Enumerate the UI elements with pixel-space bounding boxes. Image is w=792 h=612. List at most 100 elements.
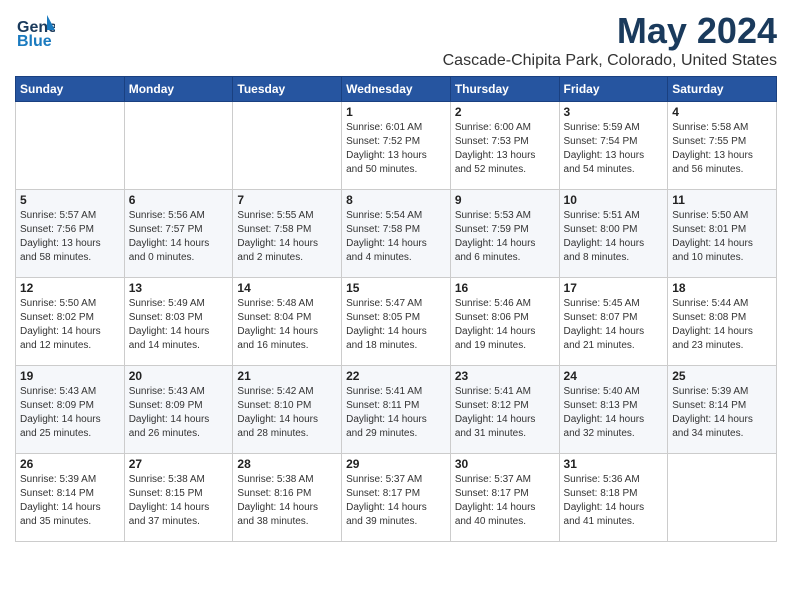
day-info: Sunrise: 5:39 AM Sunset: 8:14 PM Dayligh…: [672, 385, 772, 441]
calendar-cell: [233, 102, 342, 190]
day-info: Sunrise: 5:57 AM Sunset: 7:56 PM Dayligh…: [20, 209, 120, 265]
day-number: 21: [237, 369, 337, 383]
calendar-cell: 30 Sunrise: 5:37 AM Sunset: 8:17 PM Dayli…: [450, 454, 559, 542]
calendar-cell: 11 Sunrise: 5:50 AM Sunset: 8:01 PM Dayli…: [668, 190, 777, 278]
day-number: 8: [346, 193, 446, 207]
day-info: Sunrise: 5:50 AM Sunset: 8:02 PM Dayligh…: [20, 297, 120, 353]
day-info: Sunrise: 5:45 AM Sunset: 8:07 PM Dayligh…: [564, 297, 664, 353]
calendar-cell: 23 Sunrise: 5:41 AM Sunset: 8:12 PM Dayli…: [450, 366, 559, 454]
day-info: Sunrise: 5:44 AM Sunset: 8:08 PM Dayligh…: [672, 297, 772, 353]
calendar-cell: 19 Sunrise: 5:43 AM Sunset: 8:09 PM Dayli…: [16, 366, 125, 454]
day-number: 20: [129, 369, 229, 383]
calendar-cell: 13 Sunrise: 5:49 AM Sunset: 8:03 PM Dayli…: [124, 278, 233, 366]
day-info: Sunrise: 5:39 AM Sunset: 8:14 PM Dayligh…: [20, 473, 120, 529]
calendar-cell: 31 Sunrise: 5:36 AM Sunset: 8:18 PM Dayli…: [559, 454, 668, 542]
day-info: Sunrise: 5:41 AM Sunset: 8:11 PM Dayligh…: [346, 385, 446, 441]
day-number: 31: [564, 457, 664, 471]
weekday-header-tuesday: Tuesday: [233, 77, 342, 102]
day-number: 23: [455, 369, 555, 383]
calendar-week-row: 26 Sunrise: 5:39 AM Sunset: 8:14 PM Dayli…: [16, 454, 777, 542]
day-number: 1: [346, 105, 446, 119]
day-info: Sunrise: 5:36 AM Sunset: 8:18 PM Dayligh…: [564, 473, 664, 529]
weekday-header-friday: Friday: [559, 77, 668, 102]
weekday-header-wednesday: Wednesday: [342, 77, 451, 102]
month-title: May 2024: [443, 10, 777, 52]
calendar-cell: 14Sunrise: 5:48 AM Sunset: 8:04 PM Dayli…: [233, 278, 342, 366]
day-info: Sunrise: 5:53 AM Sunset: 7:59 PM Dayligh…: [455, 209, 555, 265]
calendar-cell: [124, 102, 233, 190]
day-info: Sunrise: 5:38 AM Sunset: 8:15 PM Dayligh…: [129, 473, 229, 529]
day-number: 25: [672, 369, 772, 383]
day-number: 15: [346, 281, 446, 295]
day-info: Sunrise: 5:46 AM Sunset: 8:06 PM Dayligh…: [455, 297, 555, 353]
calendar-cell: 17 Sunrise: 5:45 AM Sunset: 8:07 PM Dayli…: [559, 278, 668, 366]
calendar-cell: 10 Sunrise: 5:51 AM Sunset: 8:00 PM Dayli…: [559, 190, 668, 278]
calendar-week-row: 19 Sunrise: 5:43 AM Sunset: 8:09 PM Dayli…: [16, 366, 777, 454]
day-info: Sunrise: 5:38 AM Sunset: 8:16 PM Dayligh…: [237, 473, 337, 529]
day-number: 26: [20, 457, 120, 471]
weekday-header-saturday: Saturday: [668, 77, 777, 102]
svg-text:Blue: Blue: [17, 33, 52, 50]
day-number: 3: [564, 105, 664, 119]
day-info: Sunrise: 5:37 AM Sunset: 8:17 PM Dayligh…: [455, 473, 555, 529]
calendar-cell: 4 Sunrise: 5:58 AM Sunset: 7:55 PM Daylig…: [668, 102, 777, 190]
calendar-cell: 26 Sunrise: 5:39 AM Sunset: 8:14 PM Dayli…: [16, 454, 125, 542]
day-number: 13: [129, 281, 229, 295]
day-info: Sunrise: 5:42 AM Sunset: 8:10 PM Dayligh…: [237, 385, 337, 441]
day-info: Sunrise: 5:48 AM Sunset: 8:04 PM Dayligh…: [237, 297, 337, 353]
location-title: Cascade-Chipita Park, Colorado, United S…: [443, 52, 777, 70]
day-number: 28: [237, 457, 337, 471]
calendar-cell: 8 Sunrise: 5:54 AM Sunset: 7:58 PM Daylig…: [342, 190, 451, 278]
calendar-cell: 25 Sunrise: 5:39 AM Sunset: 8:14 PM Dayli…: [668, 366, 777, 454]
day-number: 7: [237, 193, 337, 207]
day-info: Sunrise: 6:00 AM Sunset: 7:53 PM Dayligh…: [455, 121, 555, 177]
day-number: 19: [20, 369, 120, 383]
day-info: Sunrise: 5:55 AM Sunset: 7:58 PM Dayligh…: [237, 209, 337, 265]
day-number: 2: [455, 105, 555, 119]
weekday-header-sunday: Sunday: [16, 77, 125, 102]
calendar-cell: 15 Sunrise: 5:47 AM Sunset: 8:05 PM Dayli…: [342, 278, 451, 366]
calendar-cell: 28 Sunrise: 5:38 AM Sunset: 8:16 PM Dayli…: [233, 454, 342, 542]
day-number: 27: [129, 457, 229, 471]
calendar-cell: 18 Sunrise: 5:44 AM Sunset: 8:08 PM Dayli…: [668, 278, 777, 366]
day-info: Sunrise: 5:51 AM Sunset: 8:00 PM Dayligh…: [564, 209, 664, 265]
calendar-cell: 5Sunrise: 5:57 AM Sunset: 7:56 PM Daylig…: [16, 190, 125, 278]
day-number: 18: [672, 281, 772, 295]
logo-icon: General Blue: [15, 10, 55, 50]
calendar-cell: 22 Sunrise: 5:41 AM Sunset: 8:11 PM Dayli…: [342, 366, 451, 454]
day-info: Sunrise: 5:56 AM Sunset: 7:57 PM Dayligh…: [129, 209, 229, 265]
day-number: 9: [455, 193, 555, 207]
day-number: 30: [455, 457, 555, 471]
calendar-cell: 9 Sunrise: 5:53 AM Sunset: 7:59 PM Daylig…: [450, 190, 559, 278]
day-info: Sunrise: 5:54 AM Sunset: 7:58 PM Dayligh…: [346, 209, 446, 265]
logo: General Blue: [15, 10, 55, 50]
day-info: Sunrise: 6:01 AM Sunset: 7:52 PM Dayligh…: [346, 121, 446, 177]
calendar-cell: 16 Sunrise: 5:46 AM Sunset: 8:06 PM Dayli…: [450, 278, 559, 366]
day-number: 11: [672, 193, 772, 207]
day-number: 10: [564, 193, 664, 207]
calendar-week-row: 1 Sunrise: 6:01 AM Sunset: 7:52 PM Daylig…: [16, 102, 777, 190]
day-info: Sunrise: 5:59 AM Sunset: 7:54 PM Dayligh…: [564, 121, 664, 177]
day-info: Sunrise: 5:58 AM Sunset: 7:55 PM Dayligh…: [672, 121, 772, 177]
title-area: May 2024 Cascade-Chipita Park, Colorado,…: [443, 10, 777, 70]
day-info: Sunrise: 5:50 AM Sunset: 8:01 PM Dayligh…: [672, 209, 772, 265]
calendar-cell: 12Sunrise: 5:50 AM Sunset: 8:02 PM Dayli…: [16, 278, 125, 366]
day-number: 24: [564, 369, 664, 383]
calendar-cell: 1 Sunrise: 6:01 AM Sunset: 7:52 PM Daylig…: [342, 102, 451, 190]
weekday-header-thursday: Thursday: [450, 77, 559, 102]
day-info: Sunrise: 5:47 AM Sunset: 8:05 PM Dayligh…: [346, 297, 446, 353]
day-number: 6: [129, 193, 229, 207]
calendar-cell: 27 Sunrise: 5:38 AM Sunset: 8:15 PM Dayli…: [124, 454, 233, 542]
calendar-cell: 24Sunrise: 5:40 AM Sunset: 8:13 PM Dayli…: [559, 366, 668, 454]
day-info: Sunrise: 5:43 AM Sunset: 8:09 PM Dayligh…: [20, 385, 120, 441]
day-info: Sunrise: 5:37 AM Sunset: 8:17 PM Dayligh…: [346, 473, 446, 529]
calendar-cell: 2 Sunrise: 6:00 AM Sunset: 7:53 PM Daylig…: [450, 102, 559, 190]
day-number: 16: [455, 281, 555, 295]
day-number: 17: [564, 281, 664, 295]
day-info: Sunrise: 5:41 AM Sunset: 8:12 PM Dayligh…: [455, 385, 555, 441]
day-number: 22: [346, 369, 446, 383]
calendar-cell: [16, 102, 125, 190]
calendar-cell: 29Sunrise: 5:37 AM Sunset: 8:17 PM Dayli…: [342, 454, 451, 542]
day-number: 4: [672, 105, 772, 119]
day-info: Sunrise: 5:49 AM Sunset: 8:03 PM Dayligh…: [129, 297, 229, 353]
